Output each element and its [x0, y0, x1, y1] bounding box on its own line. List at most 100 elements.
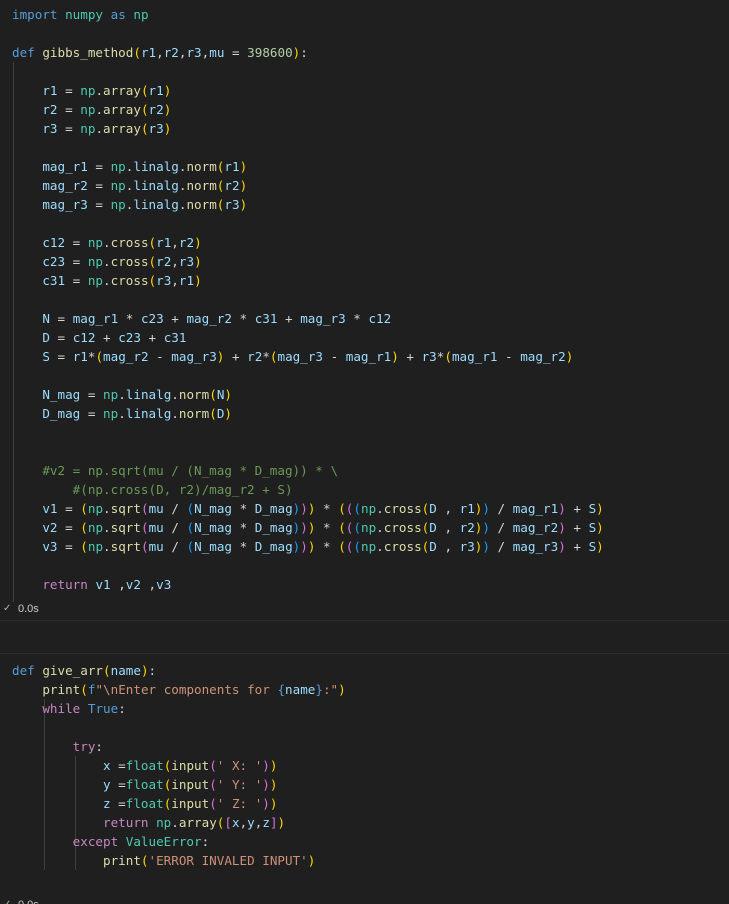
code-token: r3: [178, 254, 195, 269]
code-token: *: [315, 501, 339, 516]
code-token: as: [110, 7, 126, 22]
code-token: (: [140, 501, 149, 516]
code-line[interactable]: D = c12 + c23 + c31: [0, 328, 729, 347]
code-token: ,: [156, 45, 164, 60]
code-line[interactable]: z =float(input(' Z: ')): [0, 794, 729, 813]
code-line[interactable]: except ValueError:: [0, 832, 729, 851]
code-line[interactable]: N_mag = np.linalg.norm(N): [0, 385, 729, 404]
code-token: (: [186, 539, 195, 554]
code-token: (: [148, 273, 157, 288]
code-token: mag_r1: [42, 159, 88, 174]
cell-2-status: ✓ 0.0s: [0, 894, 729, 904]
code-line[interactable]: c31 = np.cross(r3,r1): [0, 271, 729, 290]
code-line[interactable]: v3 = (np.sqrt(mu / (N_mag * D_mag))) * (…: [0, 537, 729, 556]
code-line[interactable]: D_mag = np.linalg.norm(D): [0, 404, 729, 423]
code-line[interactable]: r3 = np.array(r3): [0, 119, 729, 138]
code-token: norm: [178, 387, 210, 402]
code-line[interactable]: def gibbs_method(r1,r2,r3,mu = 398600):: [0, 43, 729, 62]
code-line[interactable]: mag_r2 = np.linalg.norm(r2): [0, 176, 729, 195]
code-token: mag_r1: [345, 349, 392, 364]
code-cell-1[interactable]: import numpy as np def gibbs_method(r1,r2…: [0, 5, 729, 602]
code-line[interactable]: [0, 442, 729, 461]
code-line[interactable]: #v2 = np.sqrt(mu / (N_mag * D_mag)) * \: [0, 461, 729, 480]
code-token: np: [87, 254, 104, 269]
code-token: ): [269, 796, 278, 811]
code-line[interactable]: r1 = np.array(r1): [0, 81, 729, 100]
code-token: D: [429, 520, 437, 535]
code-token: c23: [42, 254, 66, 269]
code-line[interactable]: return v1 ,v2 ,v3: [0, 575, 729, 594]
code-token: .: [171, 387, 179, 402]
code-token: (: [140, 121, 149, 136]
code-line[interactable]: c12 = np.cross(r1,r2): [0, 233, 729, 252]
code-token: v3: [42, 539, 58, 554]
code-line[interactable]: v1 = (np.sqrt(mu / (N_mag * D_mag))) * (…: [0, 499, 729, 518]
code-token: r2: [247, 349, 263, 364]
code-token: np: [360, 501, 377, 516]
code-token: np: [110, 197, 126, 212]
code-line[interactable]: print('ERROR INVALED INPUT'): [0, 851, 729, 870]
code-token: .: [118, 387, 126, 402]
code-token: y: [247, 815, 255, 830]
code-line[interactable]: def give_arr(name):: [0, 661, 729, 680]
code-token: :: [95, 739, 104, 754]
code-line[interactable]: while True:: [0, 699, 729, 718]
code-token: S: [42, 349, 50, 364]
code-token: r2: [459, 520, 475, 535]
code-line[interactable]: [0, 214, 729, 233]
code-token: ): [596, 520, 604, 535]
code-line[interactable]: import numpy as np: [0, 5, 729, 24]
code-token: norm: [178, 406, 210, 421]
code-line[interactable]: #(np.cross(D, r2)/mag_r2 + S): [0, 480, 729, 499]
code-line[interactable]: [0, 556, 729, 575]
code-line[interactable]: mag_r1 = np.linalg.norm(r1): [0, 157, 729, 176]
code-line[interactable]: return np.array([x,y,z]): [0, 813, 729, 832]
code-token: =: [57, 121, 81, 136]
code-token: ): [391, 349, 399, 364]
code-line[interactable]: [0, 423, 729, 442]
code-line[interactable]: [0, 366, 729, 385]
code-line[interactable]: [0, 138, 729, 157]
code-token: numpy: [65, 7, 104, 22]
code-token: c31: [42, 273, 66, 288]
code-token: ,: [436, 539, 460, 554]
code-token: .: [103, 539, 111, 554]
code-line[interactable]: [0, 62, 729, 81]
code-token: return: [103, 815, 149, 830]
check-icon: ✓: [3, 603, 12, 614]
code-token: r1: [72, 349, 88, 364]
code-cell-2[interactable]: def give_arr(name): print(f"\nEnter comp…: [0, 661, 729, 870]
code-line[interactable]: x =float(input(' X: ')): [0, 756, 729, 775]
code-token: np: [156, 815, 172, 830]
code-line[interactable]: S = r1*(mag_r2 - mag_r3) + r2*(mag_r3 - …: [0, 347, 729, 366]
code-token: ): [262, 777, 270, 792]
code-token: .: [171, 406, 179, 421]
code-token: np: [110, 159, 126, 174]
code-line[interactable]: mag_r3 = np.linalg.norm(r3): [0, 195, 729, 214]
code-line[interactable]: [0, 718, 729, 737]
code-token: linalg: [133, 178, 179, 193]
code-line[interactable]: print(f"\nEnter components for {name}:"): [0, 680, 729, 699]
code-editor[interactable]: def give_arr(name): print(f"\nEnter comp…: [0, 661, 729, 870]
code-line[interactable]: N = mag_r1 * c23 + mag_r2 * c31 + mag_r3…: [0, 309, 729, 328]
code-token: (: [186, 501, 195, 516]
code-line[interactable]: c23 = np.cross(r2,r3): [0, 252, 729, 271]
code-line[interactable]: v2 = (np.sqrt(mu / (N_mag * D_mag))) * (…: [0, 518, 729, 537]
code-line[interactable]: [0, 290, 729, 309]
code-line[interactable]: try:: [0, 737, 729, 756]
code-line[interactable]: [0, 24, 729, 43]
code-token: ): [224, 387, 232, 402]
code-editor[interactable]: import numpy as np def gibbs_method(r1,r2…: [0, 5, 729, 602]
code-token: /: [489, 539, 513, 554]
code-token: float: [125, 758, 164, 773]
code-token: *: [345, 311, 369, 326]
code-line[interactable]: y =float(input(' Y: ')): [0, 775, 729, 794]
code-token: ' X: ': [216, 758, 263, 773]
code-token: ): [482, 520, 490, 535]
code-token: .: [103, 273, 111, 288]
code-token: .: [95, 83, 104, 98]
code-token: .: [376, 539, 384, 554]
code-line[interactable]: r2 = np.array(r2): [0, 100, 729, 119]
code-token: 'ERROR INVALED INPUT': [148, 853, 308, 868]
